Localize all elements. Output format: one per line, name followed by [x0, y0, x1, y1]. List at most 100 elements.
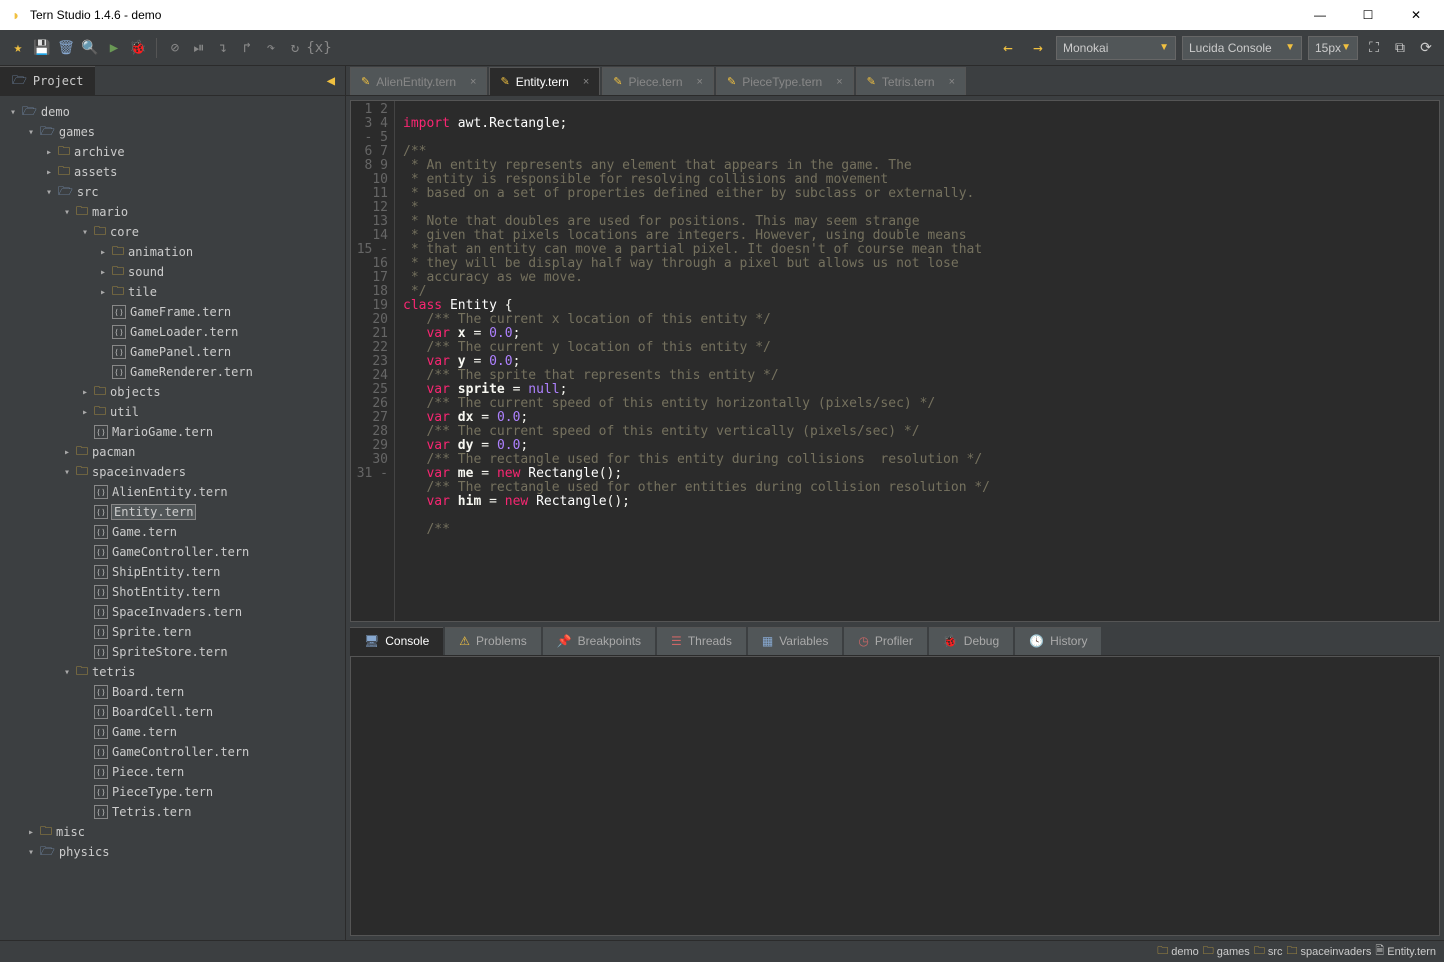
tree-item[interactable]: ▸🗀sound	[0, 262, 345, 282]
maximize-button[interactable]: ☐	[1348, 0, 1388, 30]
close-tab-icon[interactable]: ×	[697, 76, 703, 88]
star-icon[interactable]: ★	[8, 38, 28, 58]
close-tab-icon[interactable]: ×	[949, 76, 955, 88]
tree-item[interactable]: ▸🗀objects	[0, 382, 345, 402]
tree-item[interactable]: ⟨⟩Entity.tern	[0, 502, 345, 522]
console-body[interactable]	[350, 656, 1440, 936]
panel-tab-profiler[interactable]: ◷Profiler	[844, 627, 927, 655]
stop-icon[interactable]: ⊘	[165, 38, 185, 58]
editor-tab[interactable]: ✎Piece.tern×	[602, 67, 714, 95]
tree-item[interactable]: ▸🗀assets	[0, 162, 345, 182]
editor-tab[interactable]: ✎Tetris.tern×	[856, 67, 966, 95]
tree-item[interactable]: ⟨⟩GameController.tern	[0, 542, 345, 562]
refresh-icon[interactable]: ⟳	[1416, 38, 1436, 58]
code-content[interactable]: import awt.Rectangle; /** * An entity re…	[395, 101, 1439, 621]
tree-item[interactable]: ▾🗁physics	[0, 842, 345, 862]
close-tab-icon[interactable]: ×	[583, 76, 589, 88]
close-tab-icon[interactable]: ×	[470, 76, 476, 88]
tree-item[interactable]: ⟨⟩Sprite.tern	[0, 622, 345, 642]
nav-forward-button[interactable]: →	[1026, 36, 1050, 60]
tree-item[interactable]: ▸🗀util	[0, 402, 345, 422]
project-tab[interactable]: 🗁 Project	[0, 66, 95, 96]
code-editor[interactable]: 1 2 3 4 - 5 6 7 8 9 10 11 12 13 14 15 - …	[350, 100, 1440, 622]
tree-item[interactable]: ⟨⟩GameRenderer.tern	[0, 362, 345, 382]
tree-item[interactable]: ▾🗁games	[0, 122, 345, 142]
breadcrumb-item[interactable]: 🗎Entity.tern	[1375, 942, 1436, 961]
tree-item[interactable]: ⟨⟩GameLoader.tern	[0, 322, 345, 342]
folder-icon: 🗁	[12, 71, 27, 92]
tree-item[interactable]: ▸🗀archive	[0, 142, 345, 162]
caret-icon: ▾	[8, 107, 18, 118]
panel-tab-threads[interactable]: ☰Threads	[657, 627, 746, 655]
tree-item[interactable]: ⟨⟩Piece.tern	[0, 762, 345, 782]
nav-back-button[interactable]: ←	[996, 36, 1020, 60]
panel-tab-variables[interactable]: ▦Variables	[748, 627, 842, 655]
size-dropdown[interactable]: 15px▼	[1308, 36, 1358, 60]
step-into-icon[interactable]: ↴	[213, 38, 233, 58]
tree-item[interactable]: ⟨⟩MarioGame.tern	[0, 422, 345, 442]
tree-item[interactable]: ⟨⟩GameFrame.tern	[0, 302, 345, 322]
fullscreen-icon[interactable]: ⛶	[1364, 38, 1384, 58]
pencil-icon: ✎	[361, 75, 370, 88]
tree-item[interactable]: ⟨⟩AlienEntity.tern	[0, 482, 345, 502]
tree-item[interactable]: ▾🗀core	[0, 222, 345, 242]
step-over-icon[interactable]: ↷	[261, 38, 281, 58]
resume-icon[interactable]: ⏯	[189, 38, 209, 58]
font-dropdown[interactable]: Lucida Console▼	[1182, 36, 1302, 60]
trash-icon[interactable]: 🗑	[56, 38, 76, 58]
minimize-button[interactable]: —	[1300, 0, 1340, 30]
tree-item[interactable]: ▸🗀animation	[0, 242, 345, 262]
tree-label: tetris	[92, 665, 135, 679]
panel-tab-history[interactable]: 🕓History	[1015, 627, 1101, 655]
folder-icon: 🗀	[76, 202, 88, 223]
tree-item[interactable]: ▾🗁src	[0, 182, 345, 202]
breadcrumb-item[interactable]: 🗀spaceinvaders	[1286, 942, 1371, 961]
editor-tab[interactable]: ✎Entity.tern×	[489, 67, 600, 95]
tree-item[interactable]: ▾🗀mario	[0, 202, 345, 222]
tree-item[interactable]: ⟨⟩GameController.tern	[0, 742, 345, 762]
debug-icon[interactable]: 🐞	[128, 38, 148, 58]
file-icon: ⟨⟩	[94, 645, 108, 659]
close-button[interactable]: ✕	[1396, 0, 1436, 30]
tree-item[interactable]: ⟨⟩BoardCell.tern	[0, 702, 345, 722]
popout-icon[interactable]: ⧉	[1390, 38, 1410, 58]
tree-item[interactable]: ▸🗀tile	[0, 282, 345, 302]
tree-item[interactable]: ⟨⟩PieceType.tern	[0, 782, 345, 802]
collapse-sidebar-icon[interactable]: ◀	[317, 73, 345, 89]
close-tab-icon[interactable]: ×	[836, 76, 842, 88]
tree-item[interactable]: ⟨⟩ShipEntity.tern	[0, 562, 345, 582]
breadcrumb-item[interactable]: 🗀games	[1203, 942, 1250, 961]
tree-label: ShotEntity.tern	[112, 585, 220, 599]
tree-item[interactable]: ⟨⟩Board.tern	[0, 682, 345, 702]
step-out-icon[interactable]: ↱	[237, 38, 257, 58]
panel-tab-console[interactable]: 🖥Console	[350, 627, 443, 655]
tree-item[interactable]: ⟨⟩GamePanel.tern	[0, 342, 345, 362]
tree-item[interactable]: ▾🗀spaceinvaders	[0, 462, 345, 482]
restart-icon[interactable]: ↻	[285, 38, 305, 58]
caret-icon: ▸	[80, 387, 90, 398]
panel-label: Threads	[688, 634, 732, 648]
tree-item[interactable]: ▸🗀pacman	[0, 442, 345, 462]
panel-tab-debug[interactable]: 🐞Debug	[929, 627, 1013, 655]
expr-icon[interactable]: {x}	[309, 38, 329, 58]
tree-item[interactable]: ⟨⟩ShotEntity.tern	[0, 582, 345, 602]
panel-tab-breakpoints[interactable]: 📌Breakpoints	[543, 627, 655, 655]
theme-dropdown[interactable]: Monokai▼	[1056, 36, 1176, 60]
tree-item[interactable]: ⟨⟩Game.tern	[0, 522, 345, 542]
search-icon[interactable]: 🔍	[80, 38, 100, 58]
tree-item[interactable]: ▾🗁demo	[0, 102, 345, 122]
editor-tab[interactable]: ✎AlienEntity.tern×	[350, 67, 487, 95]
breadcrumb-item[interactable]: 🗀demo	[1157, 942, 1199, 961]
tree-item[interactable]: ▸🗀misc	[0, 822, 345, 842]
run-icon[interactable]: ▶	[104, 38, 124, 58]
editor-tab[interactable]: ✎PieceType.tern×	[716, 67, 854, 95]
tree-item[interactable]: ⟨⟩SpaceInvaders.tern	[0, 602, 345, 622]
tree-item[interactable]: ⟨⟩Tetris.tern	[0, 802, 345, 822]
tree-item[interactable]: ▾🗀tetris	[0, 662, 345, 682]
panel-tab-problems[interactable]: ⚠Problems	[445, 627, 540, 655]
project-tree[interactable]: ▾🗁demo▾🗁games▸🗀archive▸🗀assets▾🗁src▾🗀mar…	[0, 96, 345, 940]
save-icon[interactable]: 💾	[32, 38, 52, 58]
breadcrumb-item[interactable]: 🗀src	[1254, 942, 1283, 961]
tree-item[interactable]: ⟨⟩Game.tern	[0, 722, 345, 742]
tree-item[interactable]: ⟨⟩SpriteStore.tern	[0, 642, 345, 662]
